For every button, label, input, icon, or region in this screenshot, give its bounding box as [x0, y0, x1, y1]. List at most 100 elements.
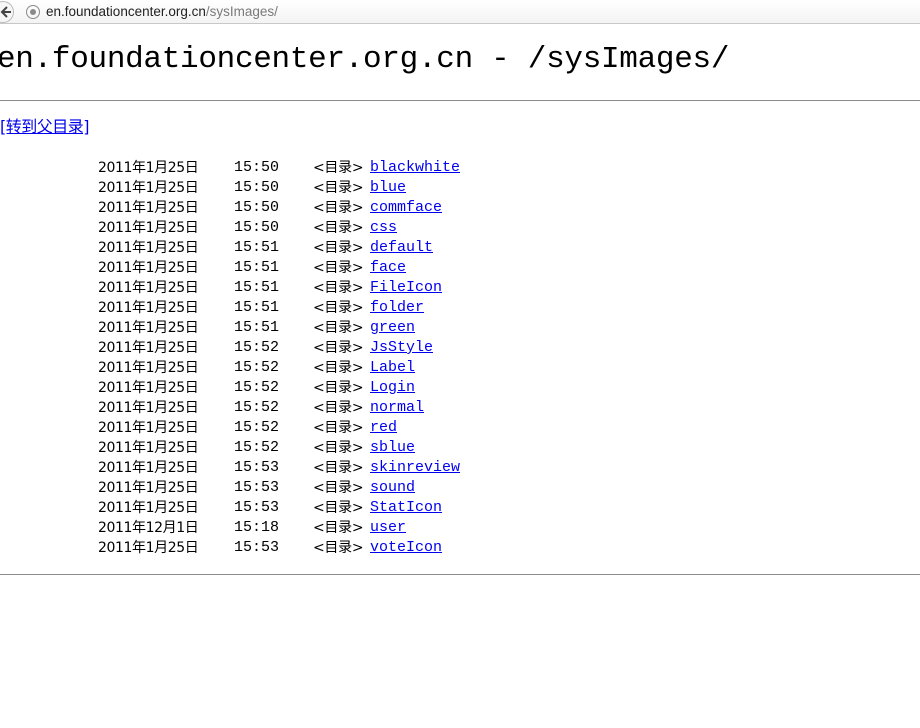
- entry-folder-link[interactable]: css: [370, 218, 397, 238]
- entry-date: 2011年1月25日: [98, 300, 199, 316]
- directory-row: 2011年1月25日 15:53 <目录> sound: [98, 478, 518, 498]
- entry-date: 2011年1月25日: [98, 480, 199, 496]
- entry-type-label: <目录>: [313, 520, 364, 536]
- directory-listing: 2011年1月25日 15:50 <目录> blackwhite 2011年1月25日 1…: [98, 158, 518, 558]
- entry-date: 2011年1月25日: [98, 380, 199, 396]
- entry-date: 2011年1月25日: [98, 340, 199, 356]
- entry-time: 15:51: [234, 259, 280, 276]
- entry-time: 15:52: [234, 419, 280, 436]
- entry-date: 2011年1月25日: [98, 420, 199, 436]
- entry-date: 2011年1月25日: [98, 160, 199, 176]
- entry-time: 15:18: [234, 519, 280, 536]
- entry-folder-link[interactable]: blackwhite: [370, 158, 460, 178]
- directory-row: 2011年1月25日 15:50 <目录> blue: [98, 178, 518, 198]
- bottom-divider: [0, 574, 920, 575]
- entry-type-label: <目录>: [313, 420, 364, 436]
- entry-folder-link[interactable]: Login: [370, 378, 415, 398]
- entry-folder-link[interactable]: red: [370, 418, 397, 438]
- directory-row: 2011年1月25日 15:53 <目录> skinreview: [98, 458, 518, 478]
- directory-row: 2011年1月25日 15:50 <目录> blackwhite: [98, 158, 518, 178]
- entry-folder-link[interactable]: default: [370, 238, 433, 258]
- entry-time: 15:50: [234, 199, 280, 216]
- entry-type-label: <目录>: [313, 260, 364, 276]
- entry-type-label: <目录>: [313, 160, 364, 176]
- entry-folder-link[interactable]: JsStyle: [370, 338, 433, 358]
- entry-time: 15:52: [234, 379, 280, 396]
- entry-type-label: <目录>: [313, 360, 364, 376]
- entry-type-label: <目录>: [313, 400, 364, 416]
- entry-type-label: <目录>: [313, 220, 364, 236]
- entry-date: 2011年1月25日: [98, 180, 199, 196]
- directory-row: 2011年1月25日 15:51 <目录> folder: [98, 298, 518, 318]
- entry-type-label: <目录>: [313, 300, 364, 316]
- entry-folder-link[interactable]: face: [370, 258, 406, 278]
- back-button[interactable]: [0, 1, 14, 23]
- entry-folder-link[interactable]: folder: [370, 298, 424, 318]
- entry-folder-link[interactable]: skinreview: [370, 458, 460, 478]
- entry-folder-link[interactable]: sblue: [370, 438, 415, 458]
- directory-row: 2011年1月25日 15:51 <目录> FileIcon: [98, 278, 518, 298]
- directory-row: 2011年1月25日 15:52 <目录> Label: [98, 358, 518, 378]
- entry-time: 15:52: [234, 359, 280, 376]
- entry-time: 15:51: [234, 319, 280, 336]
- directory-row: 2011年1月25日 15:52 <目录> red: [98, 418, 518, 438]
- directory-row: 2011年1月25日 15:52 <目录> JsStyle: [98, 338, 518, 358]
- entry-time: 15:53: [234, 459, 280, 476]
- entry-date: 2011年1月25日: [98, 240, 199, 256]
- entry-date: 2011年1月25日: [98, 200, 199, 216]
- entry-type-label: <目录>: [313, 440, 364, 456]
- parent-directory-link[interactable]: [转到父目录]: [0, 117, 90, 137]
- entry-date: 2011年1月25日: [98, 540, 199, 556]
- page-info-icon[interactable]: [26, 5, 40, 19]
- entry-type-label: <目录>: [313, 460, 364, 476]
- back-arrow-icon: [0, 6, 11, 18]
- directory-row: 2011年1月25日 15:50 <目录> css: [98, 218, 518, 238]
- entry-date: 2011年1月25日: [98, 220, 199, 236]
- entry-date: 2011年1月25日: [98, 280, 199, 296]
- directory-row: 2011年1月25日 15:53 <目录> StatIcon: [98, 498, 518, 518]
- entry-folder-link[interactable]: green: [370, 318, 415, 338]
- entry-type-label: <目录>: [313, 380, 364, 396]
- entry-folder-link[interactable]: normal: [370, 398, 424, 418]
- directory-row: 2011年1月25日 15:52 <目录> normal: [98, 398, 518, 418]
- entry-type-label: <目录>: [313, 320, 364, 336]
- entry-time: 15:52: [234, 439, 280, 456]
- entry-date: 2011年1月25日: [98, 320, 199, 336]
- directory-row: 2011年1月25日 15:51 <目录> green: [98, 318, 518, 338]
- entry-time: 15:51: [234, 279, 280, 296]
- url-field[interactable]: en.foundationcenter.org.cn/sysImages/: [46, 4, 278, 20]
- entry-folder-link[interactable]: user: [370, 518, 406, 538]
- entry-time: 15:53: [234, 539, 280, 556]
- entry-date: 2011年1月25日: [98, 500, 199, 516]
- entry-folder-link[interactable]: commface: [370, 198, 442, 218]
- entry-folder-link[interactable]: StatIcon: [370, 498, 442, 518]
- entry-folder-link[interactable]: Label: [370, 358, 415, 378]
- entry-date: 2011年1月25日: [98, 260, 199, 276]
- entry-time: 15:52: [234, 339, 280, 356]
- top-divider: [0, 100, 920, 101]
- entry-type-label: <目录>: [313, 200, 364, 216]
- entry-time: 15:53: [234, 499, 280, 516]
- url-host: en.foundationcenter.org.cn: [46, 4, 206, 19]
- entry-time: 15:52: [234, 399, 280, 416]
- directory-row: 2011年12月1日 15:18 <目录> user: [98, 518, 518, 538]
- entry-type-label: <目录>: [313, 280, 364, 296]
- entry-time: 15:50: [234, 219, 280, 236]
- entry-time: 15:50: [234, 159, 280, 176]
- entry-folder-link[interactable]: sound: [370, 478, 415, 498]
- entry-type-label: <目录>: [313, 480, 364, 496]
- directory-row: 2011年1月25日 15:51 <目录> face: [98, 258, 518, 278]
- entry-date: 2011年1月25日: [98, 400, 199, 416]
- entry-time: 15:50: [234, 179, 280, 196]
- entry-folder-link[interactable]: blue: [370, 178, 406, 198]
- directory-row: 2011年1月25日 15:52 <目录> Login: [98, 378, 518, 398]
- directory-row: 2011年1月25日 15:51 <目录> default: [98, 238, 518, 258]
- directory-row: 2011年1月25日 15:53 <目录> voteIcon: [98, 538, 518, 558]
- entry-date: 2011年1月25日: [98, 460, 199, 476]
- entry-folder-link[interactable]: FileIcon: [370, 278, 442, 298]
- entry-type-label: <目录>: [313, 340, 364, 356]
- entry-date: 2011年1月25日: [98, 360, 199, 376]
- entry-type-label: <目录>: [313, 500, 364, 516]
- entry-time: 15:51: [234, 299, 280, 316]
- entry-folder-link[interactable]: voteIcon: [370, 538, 442, 558]
